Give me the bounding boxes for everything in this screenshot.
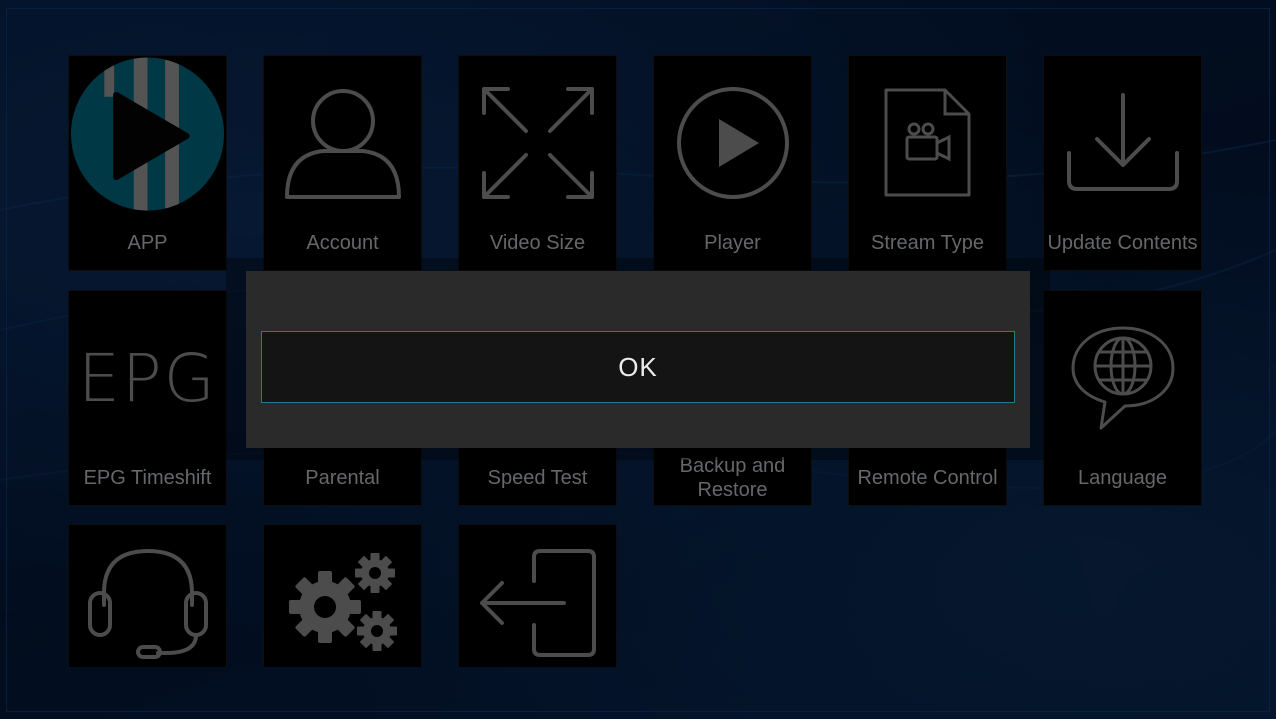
confirmation-dialog: OK bbox=[246, 271, 1030, 448]
ok-button[interactable]: OK bbox=[261, 331, 1015, 403]
